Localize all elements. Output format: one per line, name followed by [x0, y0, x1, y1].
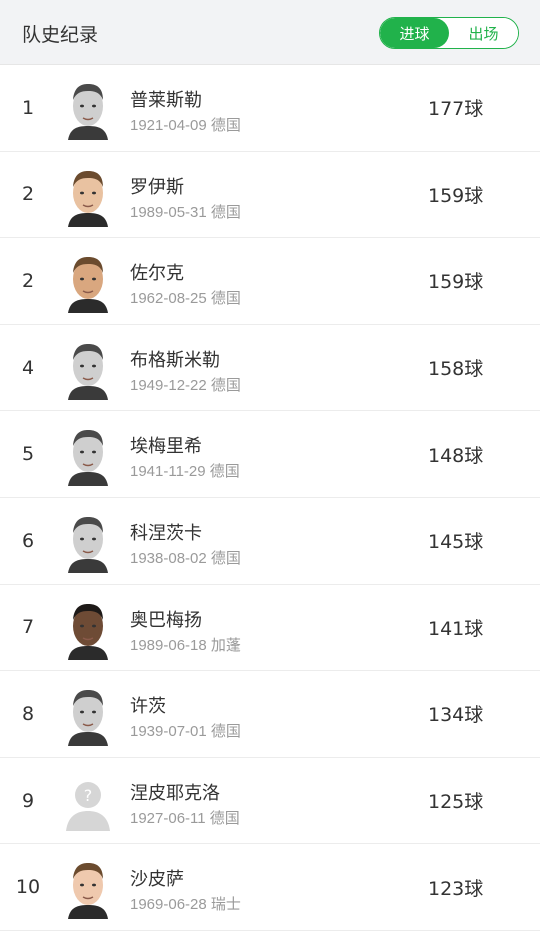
player-meta: 1927-06-11 德国: [130, 807, 240, 828]
player-meta: 1989-05-31 德国: [130, 201, 241, 222]
player-name: 许茨: [130, 696, 166, 718]
goal-count: 177球: [428, 98, 484, 121]
goal-count: 159球: [428, 184, 484, 207]
tab-appearances[interactable]: 出场: [449, 18, 518, 48]
player-name: 埃梅里希: [130, 436, 202, 458]
record-list: 1 普莱斯勒 1921-04-09 德国 177球 2 罗伊斯 1989-05-31 德国 1…: [0, 65, 540, 931]
goal-count: 125球: [428, 791, 484, 814]
player-photo: [64, 422, 112, 487]
player-meta: 1939-07-01 德国: [130, 720, 241, 741]
goal-count: 148球: [428, 444, 484, 467]
birth-date: 1989-05-31: [130, 203, 207, 221]
player-photo: [64, 509, 112, 573]
birth-date: 1939-07-01: [130, 723, 207, 741]
player-photo: [64, 76, 112, 140]
player-meta: 1921-04-09 德国: [130, 114, 241, 135]
nationality: 德国: [210, 549, 241, 567]
player-row[interactable]: 7 奥巴梅扬 1989-06-18 加蓬 141球: [0, 585, 540, 672]
goal-count: 134球: [428, 704, 484, 727]
birth-date: 1938-08-02: [130, 549, 207, 567]
rank-number: 2: [21, 269, 35, 292]
player-name: 涅皮耶克洛: [130, 782, 220, 804]
nationality: 加蓬: [210, 636, 241, 654]
player-meta: 1949-12-22 德国: [130, 374, 241, 395]
player-name: 罗伊斯: [130, 176, 184, 198]
svg-text:?: ?: [84, 786, 93, 805]
nationality: 德国: [210, 290, 241, 308]
nationality: 德国: [209, 463, 240, 481]
rank-number: 5: [21, 443, 35, 466]
player-row[interactable]: 2 罗伊斯 1989-05-31 德国 159球: [0, 152, 540, 239]
player-photo: [64, 855, 112, 920]
nationality: 德国: [210, 376, 241, 394]
player-meta: 1962-08-25 德国: [130, 287, 241, 308]
player-row[interactable]: 10 沙皮萨 1969-06-28 瑞士 123球: [0, 844, 540, 931]
rank-number: 10: [15, 876, 41, 899]
player-name: 布格斯米勒: [130, 349, 220, 371]
player-photo: [64, 596, 112, 660]
player-row[interactable]: 9? 涅皮耶克洛 1927-06-11 德国 125球: [0, 758, 540, 845]
player-name: 普莱斯勒: [130, 90, 202, 111]
birth-date: 1921-04-09: [130, 117, 207, 134]
player-name: 奥巴梅扬: [130, 609, 202, 631]
player-name: 佐尔克: [130, 263, 184, 285]
birth-date: 1989-06-18: [130, 636, 207, 654]
nationality: 德国: [209, 809, 240, 827]
placeholder-avatar-icon: ?: [64, 769, 112, 833]
rank-number: 2: [21, 183, 35, 206]
player-photo: [64, 336, 112, 400]
tab-goals[interactable]: 进球: [380, 18, 449, 48]
player-photo: [64, 249, 112, 314]
stat-toggle: 进球 出场: [379, 17, 519, 49]
goal-count: 145球: [428, 531, 484, 554]
player-meta: 1941-11-29 德国: [130, 460, 240, 481]
player-row[interactable]: 6 科涅茨卡 1938-08-02 德国 145球: [0, 498, 540, 585]
birth-date: 1927-06-11: [130, 809, 206, 827]
birth-date: 1949-12-22: [130, 376, 207, 394]
goal-count: 141球: [428, 617, 484, 640]
player-photo: [64, 163, 112, 227]
goal-count: 158球: [428, 358, 484, 381]
rank-number: 7: [21, 616, 35, 639]
player-row[interactable]: 1 普莱斯勒 1921-04-09 德国 177球: [0, 65, 540, 152]
page-title: 队史纪录: [22, 24, 99, 46]
rank-number: 6: [21, 529, 35, 552]
rank-number: 9: [21, 789, 35, 812]
birth-date: 1962-08-25: [130, 290, 207, 308]
birth-date: 1941-11-29: [130, 463, 206, 481]
player-row[interactable]: 5 埃梅里希 1941-11-29 德国 148球: [0, 411, 540, 498]
rank-number: 8: [21, 702, 35, 725]
goal-count: 159球: [428, 271, 484, 294]
page-header: 队史纪录 进球 出场: [0, 0, 540, 65]
birth-date: 1969-06-28: [130, 896, 207, 914]
player-photo: [64, 682, 112, 747]
player-name: 沙皮萨: [130, 869, 184, 891]
nationality: 德国: [210, 117, 241, 134]
player-meta: 1989-06-18 加蓬: [130, 634, 241, 655]
rank-number: 1: [21, 96, 35, 119]
nationality: 瑞士: [210, 896, 241, 914]
player-meta: 1969-06-28 瑞士: [130, 893, 241, 914]
player-name: 科涅茨卡: [130, 522, 202, 544]
player-row[interactable]: 2 佐尔克 1962-08-25 德国 159球: [0, 238, 540, 325]
nationality: 德国: [210, 203, 241, 221]
player-meta: 1938-08-02 德国: [130, 547, 241, 568]
goal-count: 123球: [428, 877, 484, 900]
player-row[interactable]: 4 布格斯米勒 1949-12-22 德国 158球: [0, 325, 540, 412]
rank-number: 4: [21, 356, 35, 379]
nationality: 德国: [210, 723, 241, 741]
player-row[interactable]: 8 许茨 1939-07-01 德国 134球: [0, 671, 540, 758]
